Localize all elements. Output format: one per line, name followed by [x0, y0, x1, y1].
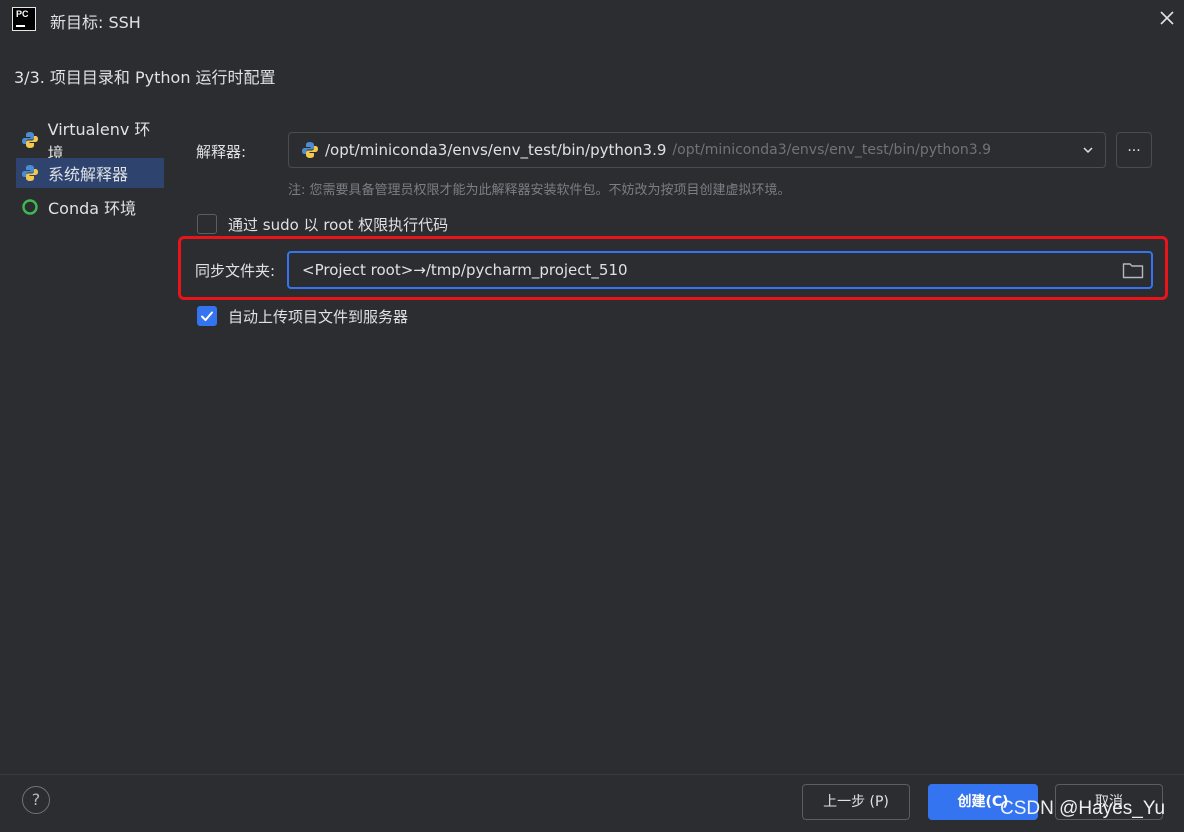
check-icon	[201, 311, 213, 321]
sudo-checkbox[interactable]	[197, 214, 217, 234]
sidebar-item-virtualenv[interactable]: Virtualenv 环境	[16, 120, 164, 163]
sidebar-item-label: Conda 环境	[48, 199, 137, 218]
auto-upload-label[interactable]: 自动上传项目文件到服务器	[228, 306, 408, 327]
interpreter-select[interactable]: /opt/miniconda3/envs/env_test/bin/python…	[288, 132, 1106, 168]
python-icon	[20, 163, 40, 183]
python-icon	[301, 141, 319, 159]
browse-interpreter-button[interactable]: ...	[1116, 132, 1152, 168]
pycharm-logo-icon: PC	[12, 7, 36, 31]
step-title: 3/3. 项目目录和 Python 运行时配置	[14, 68, 276, 87]
sidebar-item-system-interpreter[interactable]: 系统解释器	[16, 158, 164, 188]
help-button[interactable]: ?	[22, 786, 50, 814]
auto-upload-checkbox[interactable]	[197, 306, 217, 326]
title-bar: PC 新目标: SSH	[0, 0, 1184, 40]
interpreter-note: 注: 您需要具备管理员权限才能为此解释器安装软件包。不妨改为按项目创建虚拟环境。	[288, 183, 791, 198]
sudo-label[interactable]: 通过 sudo 以 root 权限执行代码	[228, 214, 448, 235]
close-icon[interactable]	[1157, 8, 1177, 28]
window-title: 新目标: SSH	[50, 13, 141, 32]
create-button[interactable]: 创建(C)	[928, 784, 1038, 820]
previous-button[interactable]: 上一步 (P)	[802, 784, 910, 820]
sidebar-item-label: Virtualenv 环境	[47, 120, 151, 163]
chevron-down-icon	[1083, 147, 1093, 154]
sidebar-item-conda[interactable]: Conda 环境	[16, 192, 164, 222]
sidebar-item-label: 系统解释器	[48, 165, 129, 184]
sync-folder-label: 同步文件夹:	[195, 262, 276, 280]
interpreter-label: 解释器:	[196, 143, 247, 161]
app-logo-text: PC	[16, 9, 29, 19]
sync-folder-input[interactable]: <Project root>→/tmp/pycharm_project_510	[287, 251, 1153, 289]
footer-divider	[0, 774, 1184, 775]
cancel-button[interactable]: 取消	[1055, 784, 1163, 820]
python-icon	[20, 130, 40, 150]
conda-ring-icon	[20, 197, 40, 217]
interpreter-path-hint: /opt/miniconda3/envs/env_test/bin/python…	[672, 142, 992, 158]
folder-icon[interactable]	[1122, 261, 1144, 279]
interpreter-path: /opt/miniconda3/envs/env_test/bin/python…	[325, 141, 667, 159]
